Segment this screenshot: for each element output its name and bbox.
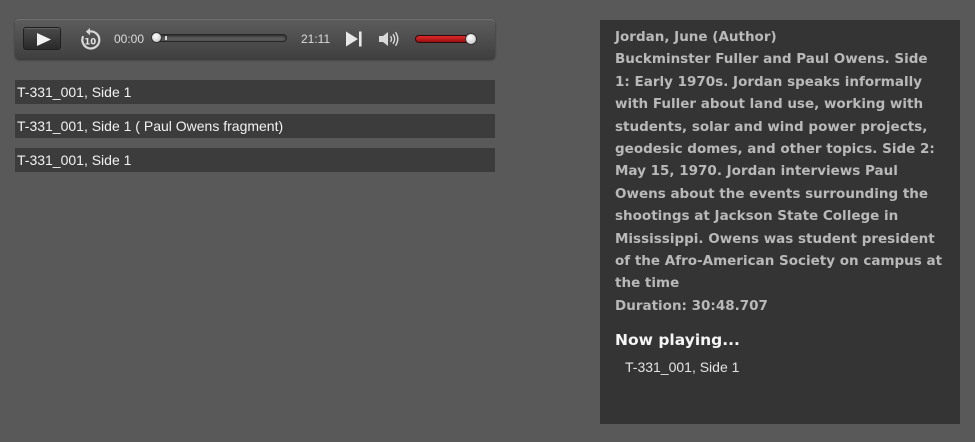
recording-info-panel: Jordan, June (Author) Buckminster Fuller…	[600, 20, 960, 424]
current-time: 00:00	[114, 32, 145, 46]
now-playing-heading: Now playing...	[615, 331, 740, 350]
rewind-seconds-label: 10	[84, 38, 96, 48]
progress-bar[interactable]	[152, 34, 287, 42]
progress-handle[interactable]	[151, 32, 162, 43]
recording-description: Buckminster Fuller and Paul Owens. Side …	[615, 51, 943, 292]
volume-handle[interactable]	[465, 33, 477, 45]
author-name: Jordan, June (Author)	[615, 29, 777, 45]
playlist: T-331_001, Side 1 T-331_001, Side 1 ( Pa…	[15, 80, 495, 182]
playlist-item[interactable]: T-331_001, Side 1	[15, 148, 495, 172]
now-playing-track: T-331_001, Side 1	[625, 359, 740, 376]
play-icon	[37, 33, 51, 46]
play-button[interactable]	[23, 27, 61, 50]
volume-button[interactable]	[379, 31, 400, 47]
total-time: 21:11	[301, 32, 331, 46]
rewind-10-icon: 10	[81, 28, 101, 50]
skip-next-icon	[346, 31, 362, 47]
playlist-item[interactable]: T-331_001, Side 1 ( Paul Owens fragment)	[15, 114, 495, 138]
rewind-10-button[interactable]: 10	[78, 28, 102, 52]
progress-buffer-marker	[165, 36, 167, 40]
volume-icon	[379, 31, 399, 47]
audio-player: 10 00:00 21:11	[15, 19, 495, 59]
next-track-button[interactable]	[345, 30, 363, 48]
recording-duration: Duration: 30:48.707	[615, 297, 768, 314]
playlist-item[interactable]: T-331_001, Side 1	[15, 80, 495, 104]
